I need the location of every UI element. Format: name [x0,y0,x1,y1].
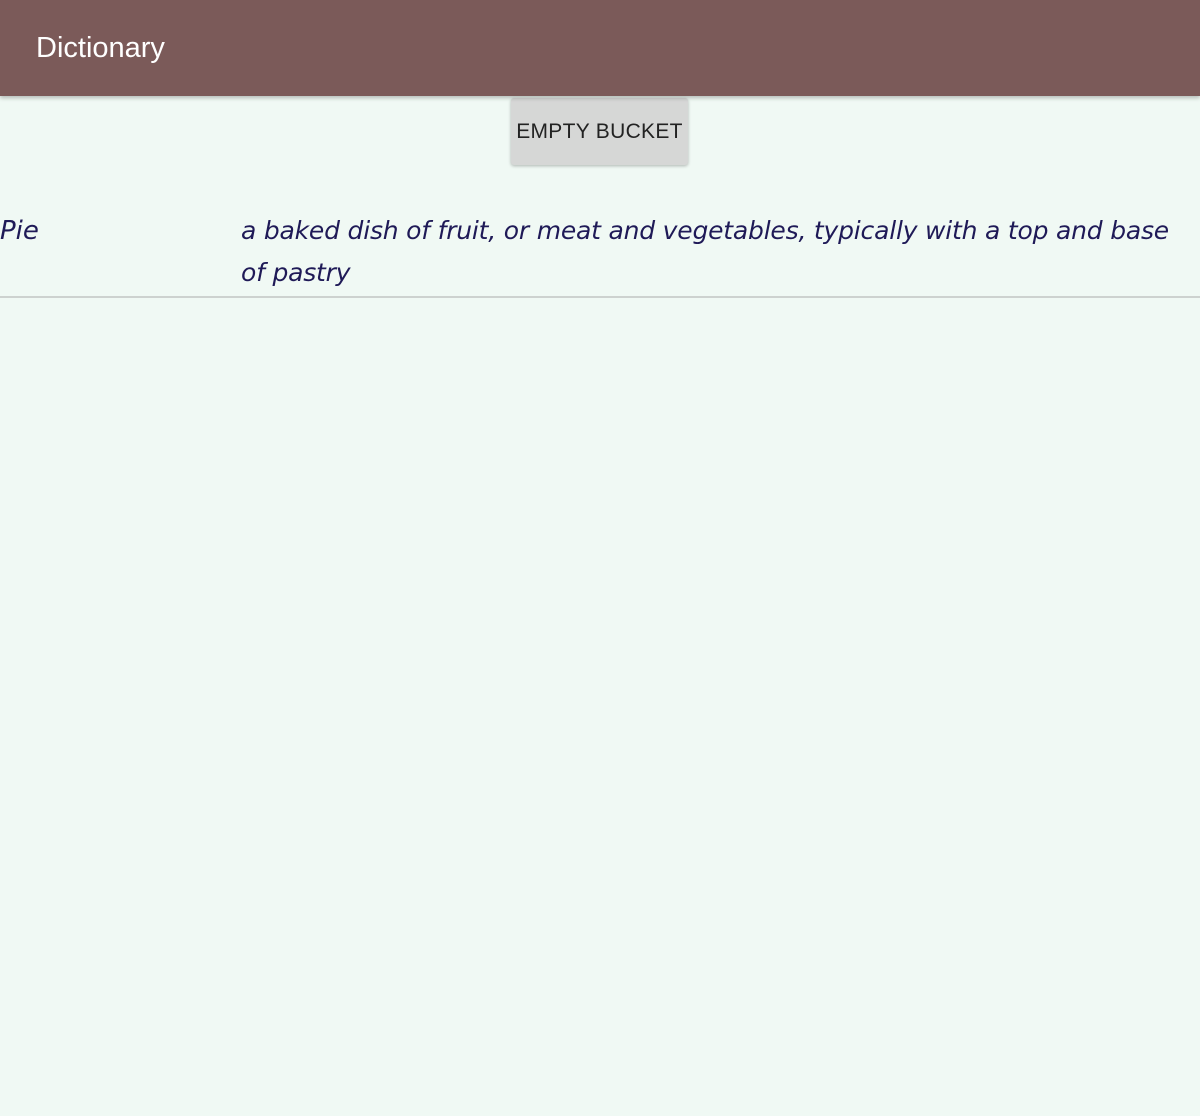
entry-word: Pie [0,216,39,246]
app-title: Dictionary [36,32,165,64]
entry-definition: a baked dish of fruit, or meat and veget… [241,216,1169,287]
empty-bucket-button[interactable]: EMPTY BUCKET [511,98,688,165]
list-item[interactable]: Pie a baked dish of fruit, or meat and v… [0,210,1200,298]
app-bar: Dictionary [0,0,1200,96]
